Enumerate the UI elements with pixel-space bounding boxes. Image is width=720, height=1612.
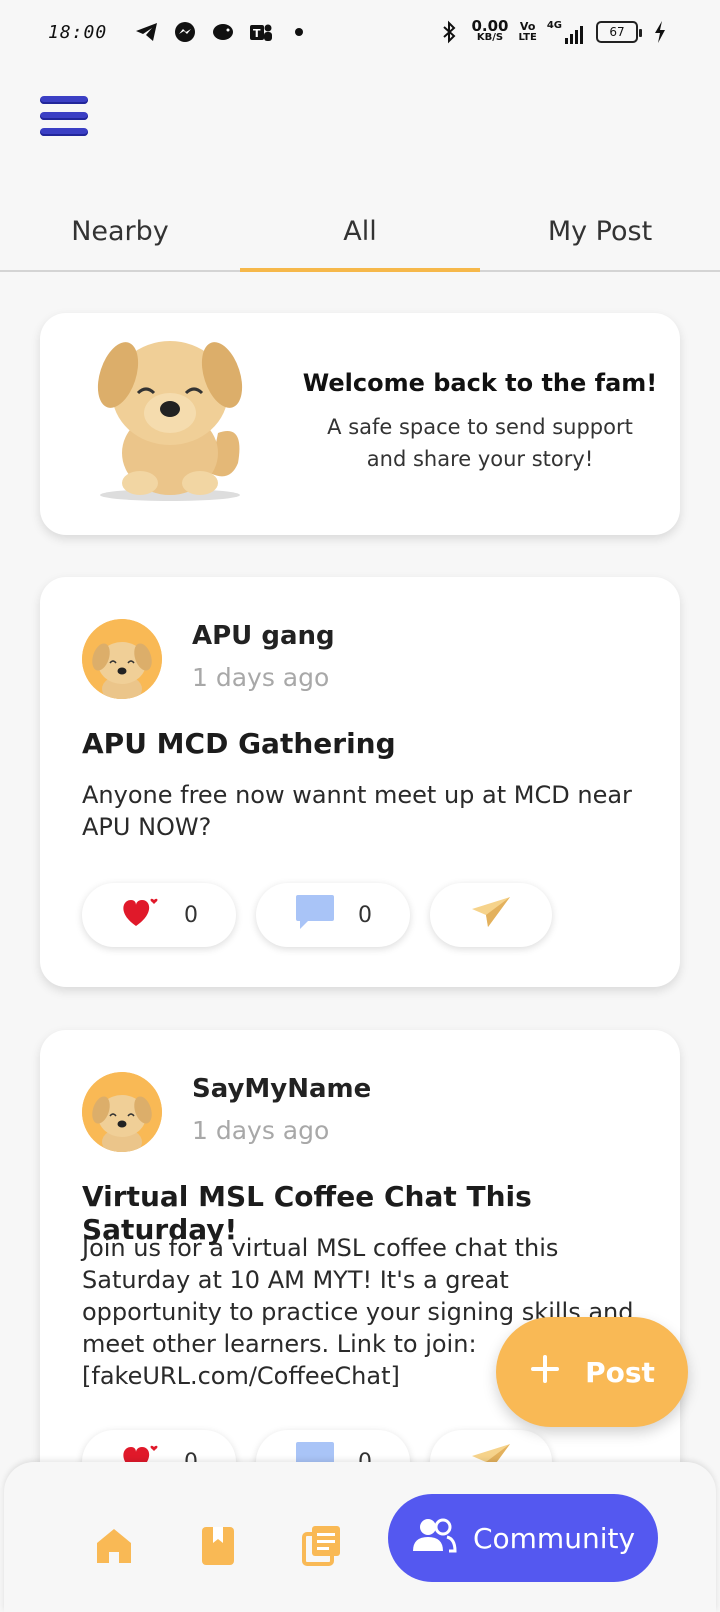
menu-button[interactable] — [40, 96, 88, 142]
tab-all[interactable]: All — [240, 200, 480, 272]
home-icon — [94, 1526, 134, 1570]
post-time: 1 days ago — [192, 1116, 330, 1145]
messenger-icon — [173, 20, 197, 44]
plus-icon — [529, 1353, 561, 1392]
tab-label: All — [343, 216, 377, 247]
piggy-icon — [211, 20, 235, 44]
comment-count: 0 — [358, 902, 372, 928]
post-body: Anyone free now wannt meet up at MCD nea… — [82, 781, 632, 841]
nav-home[interactable] — [88, 1522, 140, 1574]
welcome-subtitle: A safe space to send support and share y… — [327, 415, 633, 471]
like-button[interactable]: 0 — [82, 883, 236, 947]
welcome-text: Welcome back to the fam! A safe space to… — [300, 369, 660, 475]
new-post-label: Post — [585, 1355, 655, 1389]
teams-icon: T — [249, 20, 273, 44]
nav-community[interactable]: Community — [388, 1494, 658, 1582]
post-card[interactable]: APU gang 1 days ago APU MCD Gathering An… — [40, 577, 680, 987]
tab-label: My Post — [547, 216, 653, 247]
welcome-card: Welcome back to the fam! A safe space to… — [40, 313, 680, 535]
book-icon — [199, 1525, 237, 1571]
post-author[interactable]: APU gang — [192, 621, 335, 651]
status-time: 18:00 — [48, 21, 108, 43]
menu-bar-icon — [40, 128, 88, 136]
comment-button[interactable]: 0 — [256, 883, 410, 947]
comment-icon — [294, 893, 336, 937]
net-speed: 0.00 KB/S — [471, 17, 509, 44]
svg-text:T: T — [253, 27, 261, 40]
library-icon — [300, 1524, 344, 1572]
signal-icon: 4G — [547, 20, 586, 44]
status-bar: 18:00 T 0.00 KB/S Vo LTE 4G 67 — [0, 0, 720, 64]
heart-icon — [120, 894, 162, 936]
dog-mascot-icon — [90, 323, 250, 507]
volte-indicator: Vo LTE — [518, 20, 537, 43]
charging-icon — [648, 20, 672, 44]
bluetooth-icon — [437, 20, 461, 44]
avatar[interactable] — [82, 1072, 162, 1152]
share-button[interactable] — [430, 883, 552, 947]
bottom-nav: Community — [4, 1462, 716, 1612]
notification-dot-icon — [287, 20, 311, 44]
new-post-button[interactable]: Post — [496, 1317, 688, 1427]
menu-bar-icon — [40, 96, 88, 104]
nav-notes[interactable] — [296, 1522, 348, 1574]
nav-community-label: Community — [472, 1521, 636, 1555]
paper-plane-icon — [470, 895, 512, 935]
like-count: 0 — [184, 902, 198, 928]
tab-label: Nearby — [71, 216, 169, 247]
tab-nearby[interactable]: Nearby — [0, 200, 240, 270]
tab-bar: Nearby All My Post — [0, 200, 720, 272]
post-actions: 0 0 — [82, 883, 552, 947]
avatar[interactable] — [82, 619, 162, 699]
tab-my-post[interactable]: My Post — [480, 200, 720, 270]
welcome-title: Welcome back to the fam! — [302, 369, 658, 397]
battery-indicator: 67 — [596, 21, 642, 43]
people-icon — [411, 1517, 457, 1560]
post-author[interactable]: SayMyName — [192, 1074, 371, 1104]
menu-bar-icon — [40, 112, 88, 120]
post-time: 1 days ago — [192, 663, 330, 692]
nav-learn[interactable] — [192, 1522, 244, 1574]
post-title: APU MCD Gathering — [82, 727, 396, 760]
telegram-icon — [135, 20, 159, 44]
